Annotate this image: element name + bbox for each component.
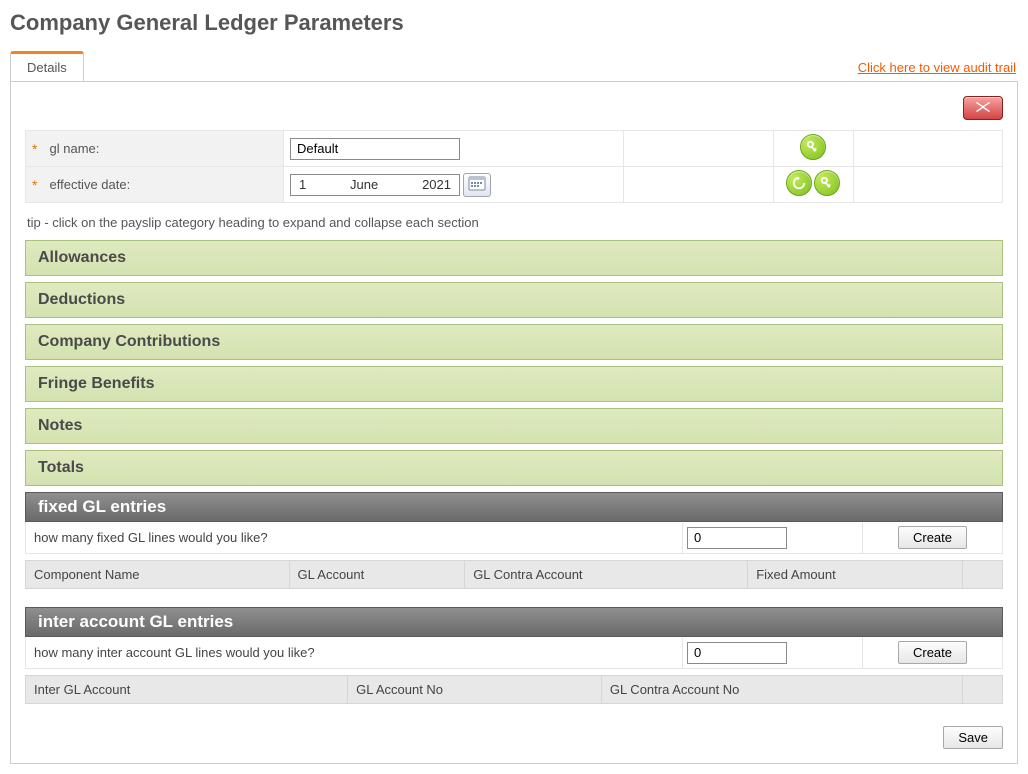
inter-gl-header: inter account GL entries bbox=[25, 607, 1003, 637]
effective-date-input[interactable]: 1 June 2021 bbox=[290, 174, 460, 196]
footer: Save bbox=[25, 726, 1003, 749]
form-table: * gl name: * effective date: bbox=[25, 130, 1003, 203]
inter-gl-create-button[interactable]: Create bbox=[898, 641, 967, 664]
fixed-gl-create-button[interactable]: Create bbox=[898, 526, 967, 549]
inter-gl-question: how many inter account GL lines would yo… bbox=[26, 639, 682, 666]
calendar-button[interactable] bbox=[463, 173, 491, 197]
col-gl-contra-account: GL Contra Account bbox=[465, 561, 748, 588]
tab-details[interactable]: Details bbox=[10, 51, 84, 82]
details-panel: * gl name: * effective date: bbox=[10, 81, 1018, 764]
tab-bar: Details Click here to view audit trail bbox=[10, 50, 1018, 82]
date-year: 2021 bbox=[422, 177, 451, 192]
audit-trail-link[interactable]: Click here to view audit trail bbox=[858, 60, 1018, 81]
lookup-button[interactable] bbox=[800, 134, 826, 160]
col-inter-gl-account: Inter GL Account bbox=[26, 676, 348, 703]
lookup-button-2[interactable] bbox=[814, 170, 840, 196]
col-gl-account-no: GL Account No bbox=[348, 676, 602, 703]
fixed-gl-question: how many fixed GL lines would you like? bbox=[26, 524, 682, 551]
inter-gl-count-input[interactable] bbox=[687, 642, 787, 664]
close-icon bbox=[975, 101, 991, 116]
accordion-deductions[interactable]: Deductions bbox=[25, 282, 1003, 318]
required-mark: * bbox=[26, 167, 44, 203]
col-fixed-amount: Fixed Amount bbox=[748, 561, 963, 588]
calendar-icon bbox=[468, 175, 486, 194]
gl-name-label: gl name: bbox=[44, 131, 284, 167]
date-month: June bbox=[350, 177, 378, 192]
save-button[interactable]: Save bbox=[943, 726, 1003, 749]
accordion-company-contributions[interactable]: Company Contributions bbox=[25, 324, 1003, 360]
required-mark: * bbox=[26, 131, 44, 167]
accordion-notes[interactable]: Notes bbox=[25, 408, 1003, 444]
fixed-gl-header: fixed GL entries bbox=[25, 492, 1003, 522]
fixed-gl-grid-header: Component Name GL Account GL Contra Acco… bbox=[25, 560, 1003, 589]
tip-text: tip - click on the payslip category head… bbox=[27, 215, 1001, 230]
gl-name-input[interactable] bbox=[290, 138, 460, 160]
col-gl-contra-account-no: GL Contra Account No bbox=[602, 676, 963, 703]
date-day: 1 bbox=[299, 177, 306, 192]
fixed-gl-ask-row: how many fixed GL lines would you like? … bbox=[25, 522, 1003, 554]
accordion-fringe-benefits[interactable]: Fringe Benefits bbox=[25, 366, 1003, 402]
inter-gl-grid-header: Inter GL Account GL Account No GL Contra… bbox=[25, 675, 1003, 704]
panel-top-row bbox=[25, 96, 1003, 124]
col-gl-account: GL Account bbox=[290, 561, 466, 588]
col-component-name: Component Name bbox=[26, 561, 290, 588]
accordion-allowances[interactable]: Allowances bbox=[25, 240, 1003, 276]
close-button[interactable] bbox=[963, 96, 1003, 120]
refresh-button[interactable] bbox=[786, 170, 812, 196]
page-title: Company General Ledger Parameters bbox=[10, 10, 1018, 36]
accordion-totals[interactable]: Totals bbox=[25, 450, 1003, 486]
inter-gl-ask-row: how many inter account GL lines would yo… bbox=[25, 637, 1003, 669]
effective-date-label: effective date: bbox=[44, 167, 284, 203]
fixed-gl-count-input[interactable] bbox=[687, 527, 787, 549]
